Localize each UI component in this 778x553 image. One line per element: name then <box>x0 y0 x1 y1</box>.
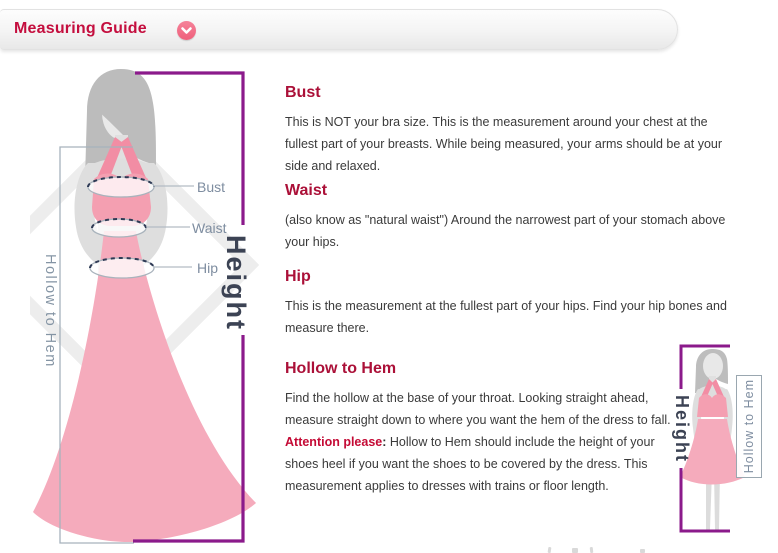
bust-heading: Bust <box>285 84 775 102</box>
section-waist: Waist (also know as "natural waist") Aro… <box>285 182 775 253</box>
small-height-label: Height <box>666 391 692 467</box>
cutoff-text-artifact <box>548 547 552 553</box>
height-label: Height <box>219 227 251 339</box>
attention-label: Attention please <box>285 435 382 449</box>
hip-heading: Hip <box>285 268 775 286</box>
section-hip: Hip This is the measurement at the fulle… <box>285 268 775 339</box>
cutoff-text-artifact <box>640 549 645 553</box>
page-title: Measuring Guide <box>14 20 147 38</box>
hip-label: Hip <box>197 260 218 276</box>
bust-description: This is NOT your bra size. This is the m… <box>285 111 775 177</box>
waist-heading: Waist <box>285 182 775 200</box>
measuring-guide-header[interactable]: Measuring Guide <box>0 9 678 50</box>
cutoff-text-artifact <box>572 548 578 553</box>
small-hollow-to-hem-box: Hollow to Hem <box>736 375 762 478</box>
hip-description: This is the measurement at the fullest p… <box>285 295 775 339</box>
cutoff-text-artifact <box>590 547 594 553</box>
small-face <box>703 353 723 379</box>
bust-label: Bust <box>197 179 225 195</box>
section-hollow-to-hem: Hollow to Hem Find the hollow at the bas… <box>285 360 717 497</box>
section-bust: Bust This is NOT your bra size. This is … <box>285 84 775 177</box>
chevron-down-icon <box>177 21 196 40</box>
collapse-toggle-button[interactable] <box>177 21 196 40</box>
small-bodice <box>697 394 728 417</box>
hollow-intro-text: Find the hollow at the base of your thro… <box>285 391 671 427</box>
attention-separator: : <box>382 435 390 449</box>
hollow-to-hem-description: Find the hollow at the base of your thro… <box>285 387 717 497</box>
small-hollow-to-hem-label: Hollow to Hem <box>742 379 756 473</box>
waist-description: (also know as "natural waist") Around th… <box>285 209 775 253</box>
hollow-to-hem-label: Hollow to Hem <box>36 245 58 377</box>
hollow-to-hem-heading: Hollow to Hem <box>285 360 717 378</box>
